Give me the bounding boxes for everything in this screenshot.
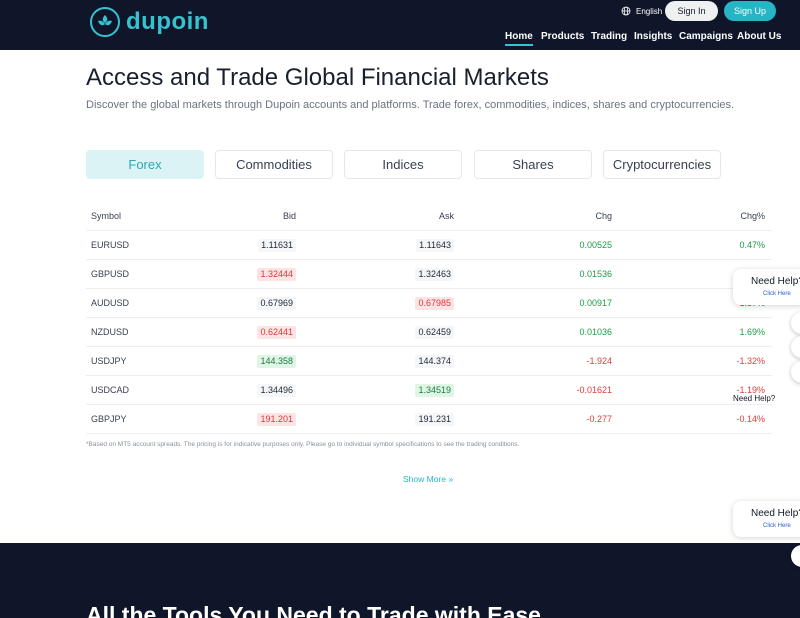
bid-cell: 1.34496 bbox=[257, 376, 296, 405]
ask-cell: 191.231 bbox=[415, 405, 454, 434]
sign-up-button[interactable]: Sign Up bbox=[724, 1, 776, 21]
bid-cell: 191.201 bbox=[257, 405, 296, 434]
page-subtitle: Discover the global markets through Dupo… bbox=[86, 99, 735, 111]
table-row: GBPJPY 191.201 191.231 -0.277 -0.14% bbox=[86, 405, 772, 434]
col-bid: Bid bbox=[282, 211, 296, 221]
need-help-title: Need Help? bbox=[751, 508, 800, 519]
chg-cell: 0.01536 bbox=[579, 269, 612, 279]
bid-cell-value: 0.62441 bbox=[257, 326, 296, 339]
chg-cell: 0.01036 bbox=[579, 327, 612, 337]
symbol-cell: GBPJPY bbox=[91, 414, 127, 424]
ask-cell: 0.62459 bbox=[415, 318, 454, 347]
ask-cell: 1.11643 bbox=[416, 231, 454, 260]
tab-shares[interactable]: Shares bbox=[474, 150, 592, 179]
tab-cryptocurrencies[interactable]: Cryptocurrencies bbox=[603, 150, 721, 179]
ask-cell-value: 0.62459 bbox=[415, 326, 454, 339]
col-chg: Chg bbox=[595, 211, 612, 221]
table-row: GBPUSD1.324441.324630.015361.17% bbox=[86, 260, 772, 289]
bid-cell-value: 0.67969 bbox=[257, 297, 296, 310]
symbol-cell: USDCAD bbox=[91, 385, 130, 395]
ask-cell: 1.34519 bbox=[415, 376, 454, 405]
float-action-circle[interactable] bbox=[791, 336, 800, 358]
need-help-partial: Need Help? bbox=[733, 394, 776, 403]
ask-cell-value: 1.32463 bbox=[415, 268, 454, 281]
quotes-table: Symbol Bid Ask Chg Chg% EURUSD 1.11631 1.1… bbox=[86, 202, 772, 434]
chg-cell: -0.01621 bbox=[576, 385, 612, 395]
chg-cell: -0.277 bbox=[586, 414, 612, 424]
ask-cell: 1.32463 bbox=[415, 260, 454, 289]
symbol-cell: AUDUSD bbox=[91, 298, 130, 308]
brand-logo[interactable]: dupoin bbox=[90, 7, 209, 37]
top-header: dupoin English Sign In Sign Up Home Prod… bbox=[0, 0, 800, 50]
language-label: English bbox=[636, 6, 663, 16]
chg-pct-cell: 1.69% bbox=[739, 327, 765, 337]
symbol-cell: EURUSD bbox=[91, 240, 130, 250]
bid-cell: 144.358 bbox=[257, 347, 296, 376]
col-chg-pct: Chg% bbox=[740, 211, 765, 221]
tab-indices[interactable]: Indices bbox=[344, 150, 462, 179]
symbol-cell: NZDUSD bbox=[91, 327, 129, 337]
ask-cell-value: 1.11643 bbox=[416, 239, 454, 252]
globe-icon bbox=[621, 6, 631, 16]
bid-cell: 1.32444 bbox=[257, 260, 296, 289]
tools-section-title: All the Tools You Need to Trade with Eas… bbox=[86, 602, 541, 618]
need-help-link[interactable]: Click Here bbox=[763, 523, 791, 529]
chg-pct-cell: -1.32% bbox=[736, 356, 765, 366]
logo-text: dupoin bbox=[126, 8, 209, 35]
table-row: USDJPY 144.358 144.374 -1.924 -1.32% bbox=[86, 347, 772, 376]
nav-campaigns[interactable]: Campaigns bbox=[679, 31, 733, 42]
language-selector[interactable]: English bbox=[621, 6, 662, 16]
nav-home[interactable]: Home bbox=[505, 31, 533, 46]
need-help-link[interactable]: Click Here bbox=[763, 291, 791, 297]
page-title: Access and Trade Global Financial Market… bbox=[86, 64, 549, 91]
need-help-title: Need Help? bbox=[751, 276, 800, 287]
nav-trading[interactable]: Trading bbox=[591, 31, 627, 42]
chg-pct-cell: 0.47% bbox=[739, 240, 765, 250]
bid-cell-value: 1.32444 bbox=[257, 268, 296, 281]
chg-cell: 0.00525 bbox=[579, 240, 612, 250]
ask-cell: 0.67985 bbox=[415, 289, 454, 318]
ask-cell-value: 191.231 bbox=[415, 413, 454, 426]
nav-products[interactable]: Products bbox=[541, 31, 584, 42]
ask-cell-value: 0.67985 bbox=[415, 297, 454, 310]
col-symbol: Symbol bbox=[91, 211, 122, 221]
bid-cell-value: 144.358 bbox=[257, 355, 296, 368]
need-help-widget-2[interactable]: Need Help? Click Here bbox=[733, 501, 800, 537]
col-ask: Ask bbox=[438, 211, 454, 221]
logo-leaf-icon bbox=[90, 7, 120, 37]
tab-commodities[interactable]: Commodities bbox=[215, 150, 333, 179]
chg-cell: 0.00917 bbox=[579, 298, 612, 308]
table-header-row: Symbol Bid Ask Chg Chg% bbox=[86, 202, 772, 231]
ask-cell-value: 1.34519 bbox=[415, 384, 454, 397]
nav-insights[interactable]: Insights bbox=[634, 31, 672, 42]
chg-cell: -1.924 bbox=[586, 356, 612, 366]
bid-cell: 0.67969 bbox=[257, 289, 296, 318]
table-row: NZDUSD 0.62441 0.62459 0.01036 1.69% bbox=[86, 318, 772, 347]
bid-cell: 1.11631 bbox=[258, 231, 296, 260]
pricing-disclaimer: *Based on MT5 account spreads. The prici… bbox=[86, 441, 520, 448]
bid-cell-value: 191.201 bbox=[257, 413, 296, 426]
show-more-link[interactable]: Show More » bbox=[403, 474, 453, 484]
float-action-circle[interactable] bbox=[791, 361, 800, 383]
float-action-circle[interactable] bbox=[791, 312, 800, 334]
need-help-widget[interactable]: Need Help? Click Here bbox=[733, 269, 800, 305]
ask-cell: 144.374 bbox=[415, 347, 454, 376]
chg-pct-cell: -0.14% bbox=[736, 414, 765, 424]
symbol-cell: GBPUSD bbox=[91, 269, 130, 279]
table-row: USDCAD 1.34496 1.34519 -0.01621 -1.19% bbox=[86, 376, 772, 405]
table-row: AUDUSD0.679690.679850.009171.37% bbox=[86, 289, 772, 318]
ask-cell-value: 144.374 bbox=[415, 355, 454, 368]
bid-cell: 0.62441 bbox=[257, 318, 296, 347]
bid-cell-value: 1.34496 bbox=[257, 384, 296, 397]
sign-in-button[interactable]: Sign In bbox=[665, 1, 718, 21]
bid-cell-value: 1.11631 bbox=[258, 239, 296, 252]
table-row: EURUSD 1.11631 1.11643 0.00525 0.47% bbox=[86, 231, 772, 260]
tab-forex[interactable]: Forex bbox=[86, 150, 204, 179]
symbol-cell: USDJPY bbox=[91, 356, 127, 366]
nav-about-us[interactable]: About Us bbox=[737, 31, 781, 42]
